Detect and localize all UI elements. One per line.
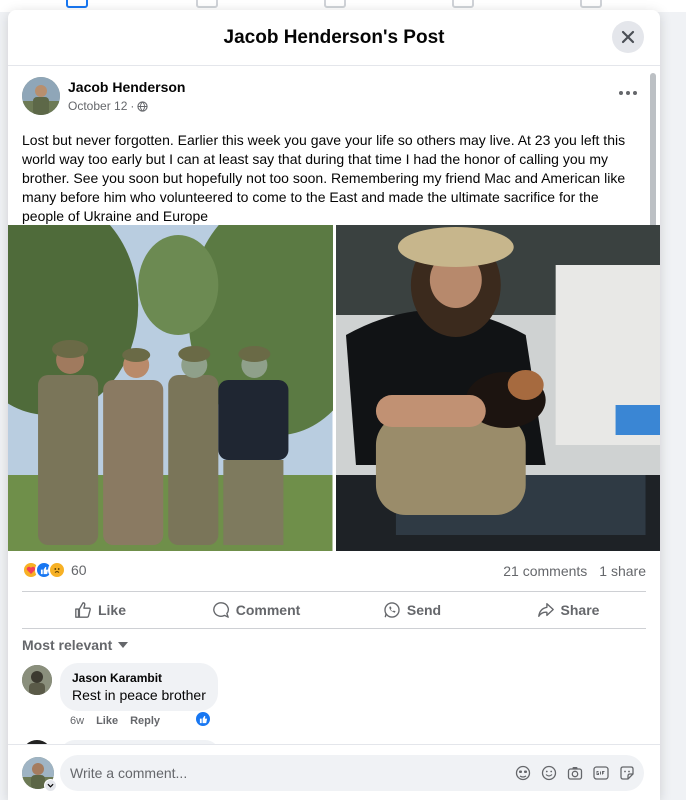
thumbs-up-icon (199, 715, 207, 723)
shares-count[interactable]: 1 share (599, 563, 646, 579)
photo-group-soldiers[interactable] (8, 225, 333, 551)
more-dot-icon (626, 91, 630, 95)
emoji-icon (541, 765, 557, 781)
marketplace-icon[interactable] (452, 0, 474, 8)
comment-actions: 6w Like Reply (70, 715, 160, 727)
composer-tools (514, 764, 636, 782)
comments-count[interactable]: 21 comments (503, 563, 587, 579)
photo-soldier-with-puppy[interactable] (335, 225, 660, 551)
sticker-icon (620, 766, 634, 780)
share-button[interactable]: Share (490, 592, 646, 628)
friends-icon[interactable] (196, 0, 218, 8)
author-avatar[interactable] (22, 77, 60, 115)
sort-label: Most relevant (22, 637, 113, 653)
caret-down-icon (118, 642, 129, 648)
sticker-button[interactable] (618, 764, 636, 782)
gif-button[interactable] (592, 764, 610, 782)
comment-button[interactable]: Comment (178, 592, 334, 628)
modal-title: Jacob Henderson's Post (223, 26, 445, 48)
send-button[interactable]: Send (334, 592, 490, 628)
comment-composer (8, 744, 660, 800)
whatsapp-icon (384, 602, 400, 618)
post-modal: Jacob Henderson's Post Jacob Henderson O… (8, 10, 660, 800)
post-counts: 21 comments 1 share (503, 563, 646, 579)
camera-icon (567, 767, 583, 780)
comment-label: Comment (235, 602, 301, 618)
more-dot-icon (619, 91, 623, 95)
globe-icon (137, 100, 149, 112)
thumbs-up-icon (75, 602, 91, 618)
photo-button[interactable] (566, 764, 584, 782)
post-text: Lost but never forgotten. Earlier this w… (22, 132, 626, 224)
comment-bubble-icon (212, 602, 229, 618)
comment-author[interactable]: Jason Karambit (72, 671, 206, 685)
groups-icon[interactable] (580, 0, 602, 8)
gif-icon (593, 766, 609, 780)
comment-text: Rest in peace brother (72, 687, 206, 703)
share-label: Share (560, 602, 600, 618)
comment-like-link[interactable]: Like (96, 715, 118, 727)
post-options-button[interactable] (614, 83, 642, 103)
close-icon (621, 30, 635, 44)
comment-like-badge[interactable] (195, 711, 211, 727)
like-button[interactable]: Like (22, 592, 178, 628)
post-actions-bar: Like Comment Send Share (22, 591, 646, 629)
post-photos (8, 225, 660, 551)
post-date[interactable]: October 12 (68, 99, 127, 113)
send-label: Send (406, 602, 442, 618)
reactions-summary[interactable]: 60 (22, 561, 87, 579)
post-scroll-area[interactable]: Jacob Henderson October 12 · Lost but ne… (8, 67, 660, 744)
post-author-name[interactable]: Jacob Henderson (68, 79, 185, 95)
close-button[interactable] (612, 21, 644, 53)
post-meta: October 12 · (68, 99, 149, 113)
watch-icon[interactable] (324, 0, 346, 8)
comment-sort-dropdown[interactable]: Most relevant (22, 637, 129, 653)
like-label: Like (97, 602, 126, 618)
avatar-sticker-button[interactable] (514, 764, 532, 782)
comment-bubble: Jason Karambit Rest in peace brother (60, 663, 218, 711)
home-icon[interactable] (66, 0, 88, 8)
profile-switch-chevron-icon[interactable] (44, 779, 57, 792)
more-dot-icon (633, 91, 637, 95)
sad-reaction-icon (48, 561, 66, 579)
reaction-count[interactable]: 60 (71, 562, 87, 578)
emoji-button[interactable] (540, 764, 558, 782)
meta-separator: · (130, 99, 135, 113)
modal-header: Jacob Henderson's Post (8, 10, 660, 66)
avatar-icon (515, 765, 531, 781)
post-header: Jacob Henderson October 12 · (22, 77, 642, 121)
comment-reply-link[interactable]: Reply (130, 715, 160, 727)
post-stats: 60 21 comments 1 share (22, 557, 646, 585)
commenter-avatar[interactable] (22, 665, 52, 695)
share-arrow-icon (537, 603, 554, 617)
comment-time[interactable]: 6w (70, 715, 84, 727)
